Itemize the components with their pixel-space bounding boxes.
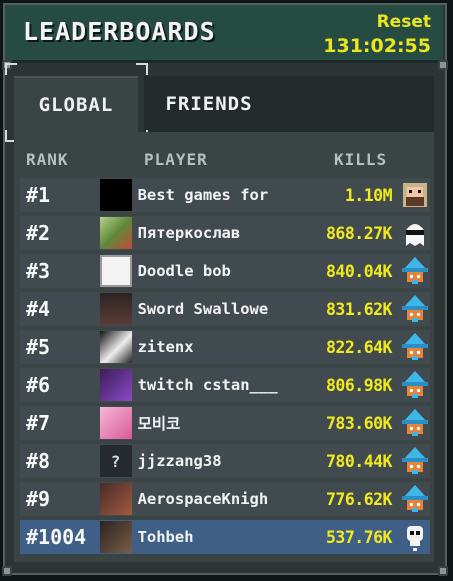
kills-value: 776.62K <box>325 489 393 509</box>
player-name[interactable]: Sword Swallowe <box>138 300 307 318</box>
kills-value: 780.44K <box>325 451 393 471</box>
corner-bolt <box>2 566 12 576</box>
rank-value: #4 <box>26 297 51 321</box>
kills-value: 537.76K <box>325 527 393 547</box>
leaderboard-row[interactable]: #2 Пятеркослав 868.27K <box>20 216 430 250</box>
player-avatar[interactable] <box>99 521 132 553</box>
player-name[interactable]: Doodle bob <box>138 262 307 280</box>
leaderboard-header: LEADERBOARDS Reset 131:02:55 <box>5 5 443 63</box>
kills-value: 840.04K <box>325 261 393 281</box>
kills-value: 831.62K <box>325 299 393 319</box>
fox-wizard-icon <box>400 484 430 514</box>
player-name[interactable]: jjzzang38 <box>138 452 307 470</box>
kills-value: 783.60K <box>325 413 393 433</box>
rank-value: #6 <box>26 373 51 397</box>
tab-bar-background <box>274 76 434 132</box>
leaderboard-row[interactable]: #1 Best games for 1.10M <box>20 178 430 212</box>
column-header-player: PLAYER <box>144 150 208 169</box>
leaderboard-row[interactable]: #9 AerospaceKnigh 776.62K <box>20 482 430 516</box>
tab-global[interactable]: GLOBAL <box>14 76 138 132</box>
player-avatar[interactable] <box>99 331 132 363</box>
player-avatar[interactable] <box>99 293 132 325</box>
rank-value: #7 <box>26 411 51 435</box>
fox-wizard-icon <box>400 294 430 324</box>
rank-value: #3 <box>26 259 51 283</box>
kills-value: 822.64K <box>325 337 393 357</box>
fox-wizard-icon <box>400 408 430 438</box>
rank-value: #2 <box>26 221 51 245</box>
leaderboard-row[interactable]: #6 twitch cstan___ 806.98K <box>20 368 430 402</box>
player-name[interactable]: Best games for <box>138 186 307 204</box>
rank-value: #9 <box>26 487 51 511</box>
column-header-rank: RANK <box>26 150 69 169</box>
kills-value: 868.27K <box>325 223 393 243</box>
player-name[interactable]: Пятеркослав <box>138 224 307 242</box>
rank-value: #1 <box>26 183 51 207</box>
tab-friends[interactable]: FRIENDS <box>144 76 274 132</box>
leaderboard-panel: RANK PLAYER KILLS #1 Best games for 1.10M #… <box>14 132 434 562</box>
column-header-kills: KILLS <box>334 150 388 169</box>
fox-wizard-icon <box>400 332 430 362</box>
player-avatar[interactable] <box>99 369 132 401</box>
tab-bar: GLOBAL FRIENDS <box>14 76 434 134</box>
kills-value: 1.10M <box>344 185 393 205</box>
player-avatar[interactable]: ? <box>99 445 132 477</box>
reset-label: Reset <box>376 12 431 32</box>
player-name[interactable]: zitenx <box>138 338 307 356</box>
player-name[interactable]: Tohbeh <box>138 528 307 546</box>
leaderboard-list[interactable]: #1 Best games for 1.10M #2 Пятеркослав 868.27… <box>20 178 430 558</box>
fox-wizard-icon <box>400 370 430 400</box>
rank-value: #5 <box>26 335 51 359</box>
selection-corner <box>136 63 148 75</box>
player-name[interactable]: twitch cstan___ <box>138 376 307 394</box>
leaderboard-row[interactable]: #3 Doodle bob 840.04K <box>20 254 430 288</box>
page-title: LEADERBOARDS <box>23 17 216 46</box>
ghost-sunglasses-icon <box>400 218 430 248</box>
selection-corner <box>5 63 17 75</box>
player-avatar[interactable] <box>99 407 132 439</box>
player-avatar[interactable] <box>99 217 132 249</box>
leaderboard-row[interactable]: #7 모비코 783.60K <box>20 406 430 440</box>
player-avatar[interactable] <box>99 255 132 287</box>
leaderboard-row[interactable]: #5 zitenx 822.64K <box>20 330 430 364</box>
fox-wizard-icon <box>400 446 430 476</box>
fox-wizard-icon <box>400 256 430 286</box>
leaderboard-row-current-player[interactable]: #1004 Tohbeh 537.76K <box>20 520 430 554</box>
rank-value: #1004 <box>26 525 87 549</box>
player-name[interactable]: 모비코 <box>138 412 307 434</box>
bearded-man-icon <box>400 180 430 210</box>
corner-bolt <box>438 566 448 576</box>
reset-timer: 131:02:55 <box>323 35 431 57</box>
player-name[interactable]: AerospaceKnigh <box>138 490 307 508</box>
skull-icon <box>400 522 430 552</box>
player-avatar[interactable] <box>99 483 132 515</box>
player-avatar[interactable] <box>99 179 132 211</box>
leaderboard-row[interactable]: #8? jjzzang38 780.44K <box>20 444 430 478</box>
leaderboard-row[interactable]: #4 Sword Swallowe 831.62K <box>20 292 430 326</box>
corner-bolt <box>438 60 448 70</box>
rank-value: #8 <box>26 449 51 473</box>
kills-value: 806.98K <box>325 375 393 395</box>
